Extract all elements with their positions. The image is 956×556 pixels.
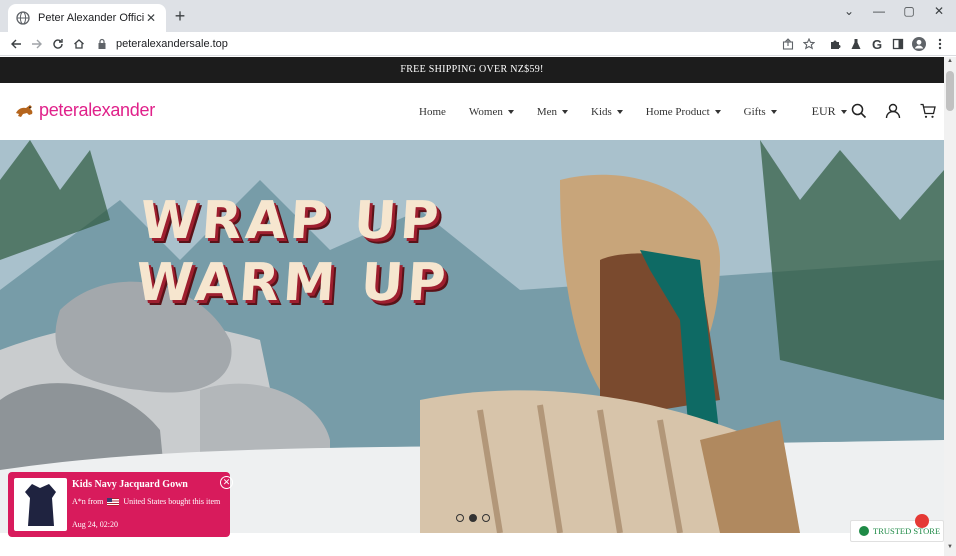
caret-down-icon xyxy=(562,109,569,114)
hero-headline: WRAP UP WARM UP xyxy=(134,190,456,314)
sidepanel-icon[interactable] xyxy=(890,36,906,52)
purchase-notification[interactable]: Kids Navy Jacquard Gown A*n from United … xyxy=(8,472,233,537)
google-icon[interactable]: G xyxy=(869,36,885,52)
caret-down-icon xyxy=(507,109,514,114)
tab-title: Peter Alexander Official Site | Py xyxy=(38,12,144,24)
minimize-icon[interactable]: — xyxy=(864,0,894,22)
tab-close-icon[interactable]: ✕ xyxy=(144,11,158,25)
extensions-icon[interactable] xyxy=(827,36,843,52)
currency-label: EUR xyxy=(811,104,836,118)
scroll-up-arrow-icon[interactable]: ▲ xyxy=(945,58,955,68)
slider-dots xyxy=(456,514,490,522)
lock-icon xyxy=(98,38,106,49)
caret-down-icon xyxy=(714,109,721,114)
brand-name: peteralexander xyxy=(39,100,155,120)
headline-line-2: WARM UP xyxy=(133,253,452,313)
caret-down-icon xyxy=(616,109,623,114)
gown-image-icon xyxy=(25,484,56,526)
reload-icon[interactable] xyxy=(50,36,66,52)
globe-icon xyxy=(16,11,30,25)
nav-kids-label: Kids xyxy=(591,105,612,118)
buyer-location: United States bought this item xyxy=(123,497,221,506)
product-thumbnail xyxy=(14,478,67,531)
cart-icon[interactable] xyxy=(920,103,936,119)
share-icon[interactable] xyxy=(780,36,796,52)
browser-tab-strip: Peter Alexander Official Site | Py ✕ + ⌄… xyxy=(0,0,956,32)
new-tab-icon[interactable]: + xyxy=(172,7,188,25)
nav-home[interactable]: Home xyxy=(419,106,446,118)
nav-gifts[interactable]: Gifts xyxy=(744,106,777,118)
dog-logo-icon xyxy=(16,104,33,117)
slider-dot-active[interactable] xyxy=(469,514,477,522)
lab-flask-icon[interactable] xyxy=(848,36,864,52)
nav-gifts-label: Gifts xyxy=(743,105,766,118)
browser-toolbar: peteralexandersale.top G xyxy=(0,32,956,56)
slider-dot[interactable] xyxy=(482,514,490,522)
kebab-menu-icon[interactable] xyxy=(932,36,948,52)
maximize-icon[interactable]: ▢ xyxy=(894,0,924,22)
bookmark-star-icon[interactable] xyxy=(801,36,817,52)
scrollbar-thumb[interactable] xyxy=(946,71,954,111)
tab-search-icon[interactable]: ⌄ xyxy=(834,0,864,22)
back-icon[interactable] xyxy=(8,36,24,52)
close-window-icon[interactable]: ✕ xyxy=(924,0,954,22)
site-logo[interactable]: peteralexander xyxy=(14,100,155,121)
home-icon[interactable] xyxy=(71,36,87,52)
main-nav: Home Women Men Kids Home Product Gifts E… xyxy=(419,83,870,140)
notification-body: A*n from United States bought this item xyxy=(72,496,222,508)
us-flag-icon xyxy=(107,498,120,507)
notification-title: Kids Navy Jacquard Gown xyxy=(72,479,188,490)
nav-home-product[interactable]: Home Product xyxy=(646,106,721,118)
nav-home-label: Home xyxy=(419,105,446,118)
slider-dot[interactable] xyxy=(456,514,464,522)
nav-women-label: Women xyxy=(468,105,503,118)
search-icon[interactable] xyxy=(851,103,867,119)
trusted-store-badge[interactable]: TRUSTED STORE xyxy=(850,520,944,542)
caret-down-icon xyxy=(770,109,777,114)
notification-time: Aug 24, 02:20 xyxy=(72,520,118,529)
url-text: peteralexandersale.top xyxy=(116,38,228,50)
currency-selector[interactable]: EUR xyxy=(812,104,847,119)
trusted-store-label: TRUSTED STORE xyxy=(873,526,941,536)
address-bar[interactable]: peteralexandersale.top xyxy=(92,34,822,54)
shield-check-icon xyxy=(859,526,869,536)
nav-kids[interactable]: Kids xyxy=(591,106,623,118)
buyer-name: A*n from xyxy=(72,497,104,506)
profile-avatar-icon[interactable] xyxy=(911,36,927,52)
trusted-badge-marker-icon xyxy=(915,514,929,528)
browser-tab[interactable]: Peter Alexander Official Site | Py ✕ xyxy=(8,4,166,32)
nav-men[interactable]: Men xyxy=(536,105,569,118)
page-scrollbar[interactable] xyxy=(944,57,956,556)
nav-women[interactable]: Women xyxy=(469,106,514,118)
nav-men-label: Men xyxy=(536,105,558,118)
headline-line-1: WRAP UP xyxy=(138,191,445,251)
scroll-down-arrow-icon[interactable]: ▼ xyxy=(945,544,955,554)
nav-home-product-label: Home Product xyxy=(645,105,710,118)
announcement-bar: FREE SHIPPING OVER NZ$59! xyxy=(0,57,944,83)
forward-icon[interactable] xyxy=(29,36,45,52)
close-notification-icon[interactable]: ✕ xyxy=(220,476,233,489)
site-header: peteralexander Home Women Men Kids Home … xyxy=(0,83,944,140)
caret-down-icon xyxy=(840,109,847,114)
account-icon[interactable] xyxy=(885,103,901,119)
